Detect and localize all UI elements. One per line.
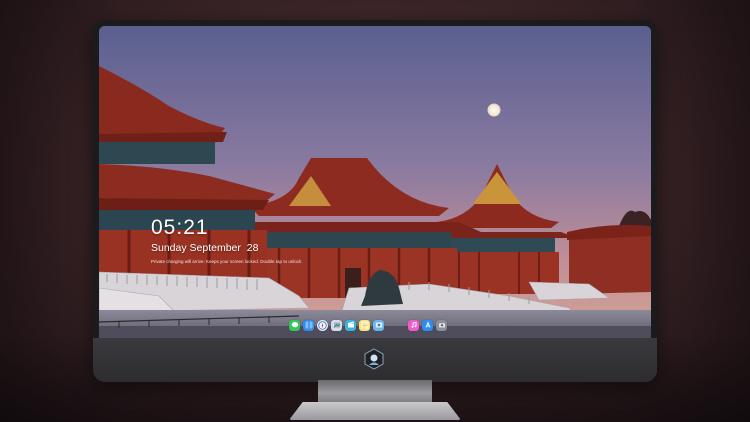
- monitor-stand-neck: [318, 380, 432, 404]
- notes-icon[interactable]: [359, 319, 370, 331]
- screenshot-icon[interactable]: [436, 319, 447, 331]
- final-cut-icon[interactable]: [345, 319, 356, 331]
- preview-icon[interactable]: [331, 319, 342, 331]
- music-icon[interactable]: [408, 319, 419, 331]
- monitor-chin: [93, 338, 657, 382]
- photo-browser-icon[interactable]: [373, 319, 384, 331]
- lock-screen-message: Private charging will arrive: Keeps your…: [151, 259, 302, 264]
- screen: 05:21 Sunday September 28 Private chargi…: [99, 26, 651, 338]
- lock-screen-time: 05:21: [151, 216, 209, 239]
- app-store-icon[interactable]: [422, 319, 433, 331]
- brand-logo-icon: [364, 348, 384, 370]
- safari-icon[interactable]: [317, 319, 328, 331]
- finder-icon[interactable]: [303, 319, 314, 331]
- dock-spacer: [387, 320, 405, 331]
- monitor: 05:21 Sunday September 28 Private chargi…: [93, 20, 657, 382]
- dock: [289, 318, 447, 332]
- moon: [487, 103, 501, 117]
- messages-icon[interactable]: [289, 319, 300, 331]
- lock-screen-date: Sunday September 28: [151, 242, 259, 254]
- monitor-stand-base: [289, 402, 461, 420]
- wallpaper-forbidden-city: [99, 26, 651, 338]
